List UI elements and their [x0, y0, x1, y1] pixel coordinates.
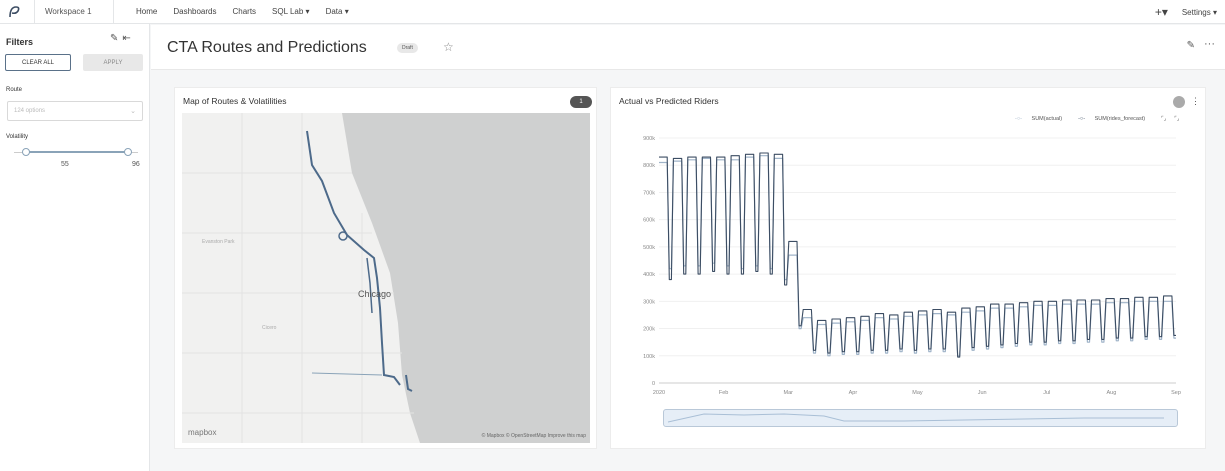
y-tick-label: 800k [643, 163, 655, 169]
y-tick-label: 400k [643, 272, 655, 278]
data-zoom-slider[interactable] [663, 409, 1178, 427]
route-map[interactable]: Chicago Evanston Park Cicero mapbox © Ma… [182, 113, 590, 443]
volatility-max-handle[interactable] [124, 148, 133, 156]
map-attribution[interactable]: © Mapbox © OpenStreetMap Improve this ma… [482, 432, 587, 439]
legend-item-actual[interactable]: -○- SUM(actual) [1015, 116, 1070, 122]
route-select[interactable]: 124 options ⌄ [7, 101, 143, 121]
zoom-preview [667, 413, 1164, 423]
volatility-min-value: 55 [61, 161, 69, 168]
app-logo-icon[interactable] [4, 2, 24, 22]
filter-sidebar: Filters ✎⇤ CLEAR ALL APPLY Route 124 opt… [0, 24, 150, 471]
new-plus-button[interactable]: +▾ [1155, 5, 1168, 19]
edit-dashboard-icon[interactable]: ✎ [1187, 40, 1195, 51]
main-nav: Home Dashboards Charts SQL Lab ▾ Data ▾ [136, 7, 365, 16]
x-tick-label: Jul [1043, 390, 1050, 396]
chart-card: Actual vs Predicted Riders ⋮ -○- SUM(act… [610, 87, 1206, 449]
favorite-star-icon[interactable]: ☆ [443, 40, 454, 54]
city-label-evanston: Evanston Park [202, 239, 235, 245]
settings-menu[interactable]: Settings ▾ [1182, 8, 1217, 17]
chevron-down-icon: ⌄ [130, 108, 136, 115]
chart-legend: -○- SUM(actual) -○- SUM(rides_forecast) … [1015, 116, 1187, 122]
volatility-filter-label: Volatility [6, 134, 29, 140]
chart-filter-indicator[interactable] [1173, 96, 1185, 108]
legend-page-next-icon[interactable]: ⌜⌟ [1174, 116, 1179, 122]
y-tick-label: 600k [643, 218, 655, 224]
map-card-menu-icon[interactable]: ⋮ [582, 96, 591, 107]
apply-button[interactable]: APPLY [83, 54, 143, 71]
lake-michigan [342, 113, 590, 443]
y-tick-label: 500k [643, 245, 655, 251]
nav-sql-lab[interactable]: SQL Lab ▾ [272, 7, 310, 16]
volatility-max-value: 96 [132, 161, 140, 168]
city-label-chicago: Chicago [358, 289, 391, 299]
draft-status-badge: Draft [397, 43, 418, 53]
city-label-cicero: Cicero [262, 325, 277, 331]
top-nav: Workspace 1 Home Dashboards Charts SQL L… [0, 0, 1225, 24]
workspace-name[interactable]: Workspace 1 [34, 0, 114, 24]
nav-charts[interactable]: Charts [232, 7, 256, 16]
dashboard-title[interactable]: CTA Routes and Predictions [167, 39, 367, 57]
filters-title: Filters [6, 37, 34, 47]
volatility-min-handle[interactable] [22, 148, 31, 156]
x-tick-label: Aug [1106, 390, 1116, 396]
more-options-icon[interactable]: ··· [1204, 38, 1215, 50]
map-card: Map of Routes & Volatilities 1 ⋮ Chicago… [174, 87, 597, 449]
nav-dashboards[interactable]: Dashboards [173, 7, 216, 16]
legend-marker-forecast-icon: -○- [1078, 116, 1086, 122]
clear-all-button[interactable]: CLEAR ALL [5, 54, 71, 71]
y-tick-label: 900k [643, 136, 655, 142]
route-select-placeholder: 124 options [14, 108, 46, 114]
filter-toolbar: ✎⇤ [110, 33, 135, 44]
map-canvas: Chicago Evanston Park Cicero mapbox © Ma… [182, 113, 590, 443]
x-tick-label: May [912, 390, 923, 396]
top-right-menu: +▾ Settings ▾ [1155, 0, 1217, 24]
route-line-west [311, 372, 383, 376]
y-tick-label: 200k [643, 327, 655, 333]
x-tick-label: Apr [849, 390, 858, 396]
route-filter-label: Route [6, 87, 23, 93]
chart-card-title: Actual vs Predicted Riders [619, 96, 719, 106]
legend-page-prev-icon[interactable]: ⌜⌟ [1161, 116, 1166, 122]
x-tick-label: 2020 [653, 390, 665, 396]
map-card-title: Map of Routes & Volatilities [183, 96, 287, 106]
nav-data[interactable]: Data ▾ [326, 7, 349, 16]
mapbox-logo: mapbox [188, 428, 216, 437]
x-tick-label: Sep [1171, 390, 1181, 396]
x-tick-label: Feb [719, 390, 728, 396]
legend-marker-actual-icon: -○- [1015, 116, 1022, 122]
volatility-slider-range [26, 151, 129, 153]
chart-card-menu-icon[interactable]: ⋮ [1191, 96, 1200, 107]
collapse-sidebar-icon[interactable]: ⇤ [122, 33, 134, 44]
legend-item-forecast[interactable]: -○- SUM(rides_forecast) [1078, 116, 1153, 122]
nav-home[interactable]: Home [136, 7, 157, 16]
line-chart[interactable]: 0 100k 200k 300k 400k 500k 600k 700k 800k 900k 202… [611, 128, 1207, 408]
y-tick-label: 100k [643, 354, 655, 360]
route-line-branch [366, 257, 373, 314]
x-tick-label: Jun [978, 390, 987, 396]
edit-filters-icon[interactable]: ✎ [110, 33, 122, 44]
y-tick-label: 300k [643, 299, 655, 305]
y-tick-label: 700k [643, 190, 655, 196]
volatility-slider[interactable] [14, 148, 138, 156]
dashboard-header: CTA Routes and Predictions Draft ☆ ✎ ··· [151, 25, 1225, 70]
y-tick-label: 0 [652, 381, 655, 387]
x-tick-label: Mar [784, 390, 794, 396]
series-line-forecast[interactable] [659, 152, 1176, 358]
